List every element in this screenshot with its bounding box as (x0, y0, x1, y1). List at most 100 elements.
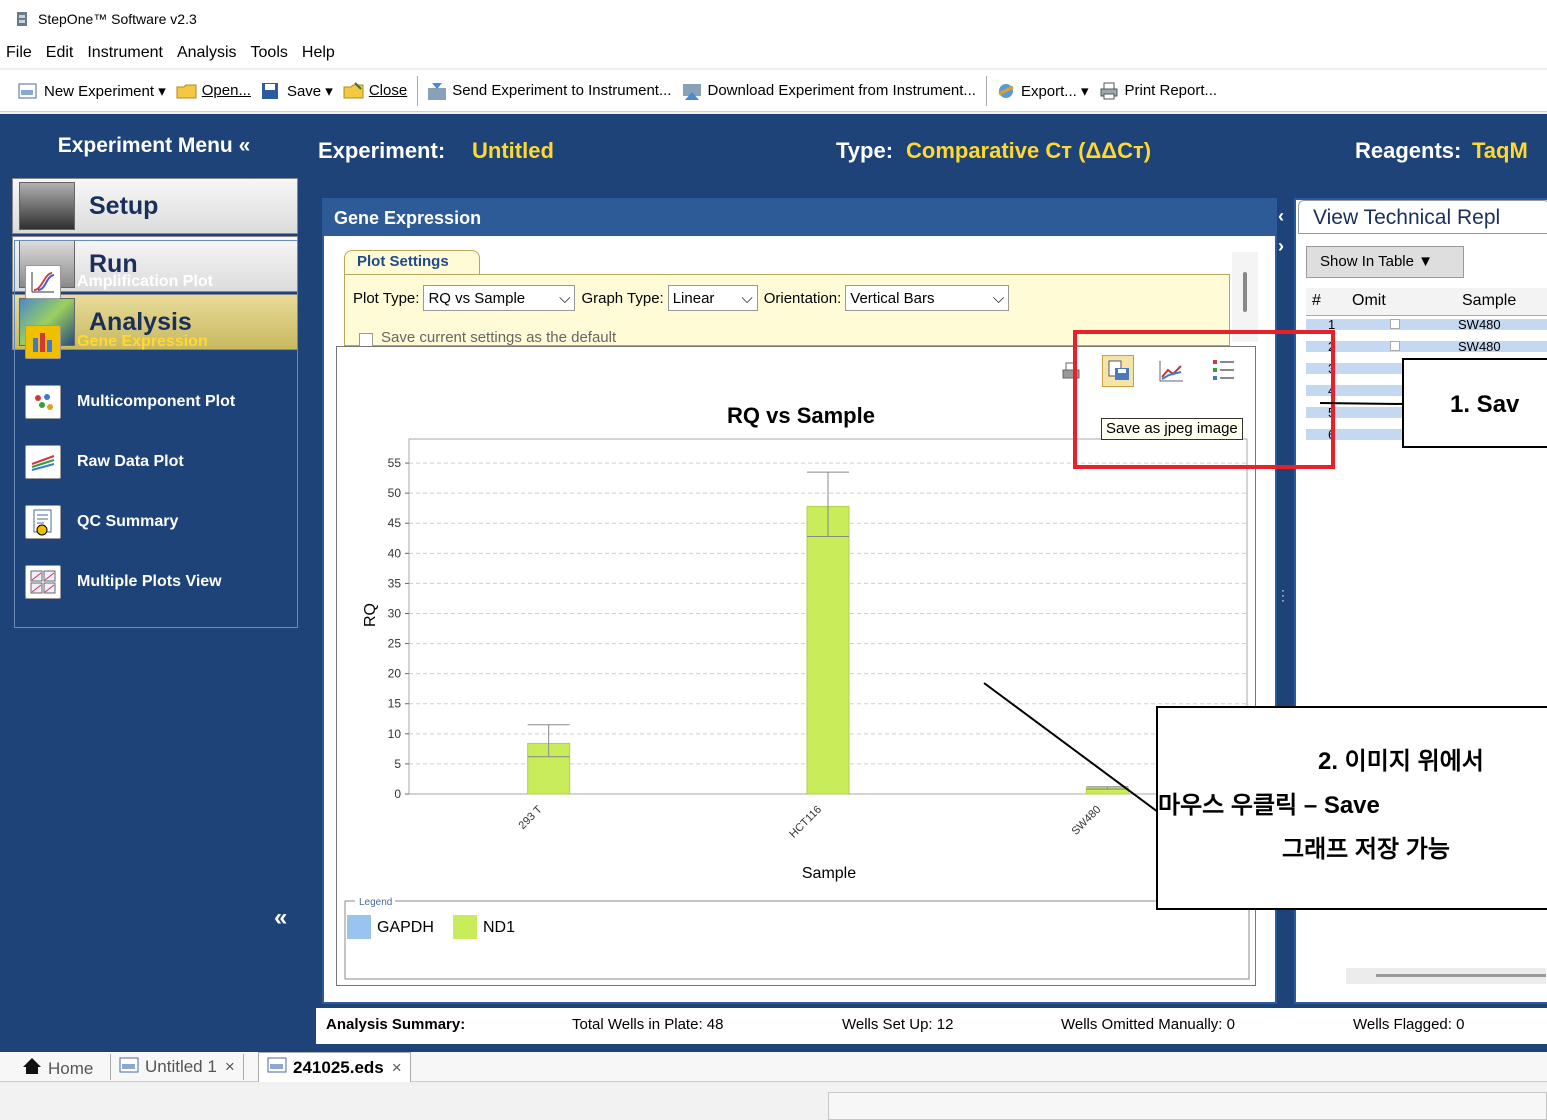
amplification-plot-icon (25, 265, 61, 299)
chart-y-label: RQ (362, 603, 379, 627)
graph-type-select[interactable]: Linear ⌵ (667, 285, 758, 311)
y-tick-label: 20 (388, 667, 402, 681)
type-label: Type: (836, 138, 894, 163)
plot-settings-row: Plot Type: RQ vs Sample ⌵ Graph Type: Lin… (353, 285, 1015, 311)
save-button[interactable]: Save ▾ (261, 82, 333, 100)
legend-title: Legend (359, 897, 392, 908)
chart-title: RQ vs Sample (727, 403, 875, 428)
experiment-file-icon (119, 1057, 139, 1078)
expand-right-arrow-icon[interactable]: › (1278, 236, 1284, 257)
y-tick-label: 40 (388, 546, 402, 560)
y-tick-label: 0 (394, 787, 401, 801)
export-globe-icon (995, 82, 1015, 100)
callout-step-1: 1. Sav (1402, 358, 1547, 448)
setup-icon (19, 182, 75, 230)
scrollbar-thumb[interactable] (1243, 272, 1247, 312)
close-folder-icon (343, 81, 364, 100)
analysis-submenu: Amplification Plot Gene Expression Multi… (14, 240, 298, 628)
sidebar-item-gene-expression[interactable]: Gene Expression (25, 325, 208, 359)
open-button[interactable]: Open... (176, 82, 251, 100)
plot-settings-tab[interactable]: Plot Settings (344, 250, 480, 276)
experiment-name: Untitled (472, 138, 554, 163)
close-tab-icon[interactable]: × (392, 1058, 402, 1078)
x-tick-label: 293 T (517, 803, 545, 831)
menu-analysis[interactable]: Analysis (177, 44, 237, 62)
tab-home[interactable]: Home (22, 1057, 93, 1080)
bar-nd1 (806, 505, 850, 795)
highlight-box (1073, 330, 1335, 469)
orientation-label: Orientation: (763, 289, 842, 307)
chart-x-label: Sample (802, 865, 856, 882)
table-row[interactable]: 2 SW480 (1306, 339, 1547, 354)
x-tick-label: HCT116 (787, 804, 824, 841)
new-experiment-button[interactable]: New Experiment ▾ (18, 82, 166, 100)
plot-type-select[interactable]: RQ vs Sample ⌵ (423, 285, 576, 311)
gene-expression-icon (25, 325, 61, 359)
menu-bar: File Edit Instrument Analysis Tools Help (0, 38, 1547, 68)
save-default-row: Save current settings as the default (359, 329, 616, 347)
qc-summary-icon (25, 505, 61, 539)
export-button[interactable]: Export... ▾ (995, 82, 1089, 100)
menu-instrument[interactable]: Instrument (87, 44, 163, 62)
folder-icon (176, 82, 197, 100)
menu-tools[interactable]: Tools (251, 44, 288, 62)
wells-set-up: Wells Set Up: 12 (842, 1016, 954, 1033)
raw-data-plot-icon (25, 445, 61, 479)
print-report-button[interactable]: Print Report... (1099, 82, 1217, 100)
app-icon (14, 11, 30, 27)
window-title: StepOne™ Software v2.3 (38, 11, 197, 27)
collapse-left-arrow-icon[interactable]: ‹ (1278, 206, 1284, 227)
menu-file[interactable]: File (6, 44, 32, 62)
y-tick-label: 25 (388, 637, 402, 651)
reagents-value: TaqM (1472, 138, 1528, 163)
legend-label-gapdh: GAPDH (377, 919, 434, 936)
view-technical-replicates-tab[interactable]: View Technical Repl (1298, 200, 1547, 234)
sidebar-item-multiple-plots-view[interactable]: Multiple Plots View (25, 565, 222, 599)
omit-checkbox[interactable] (1390, 341, 1400, 351)
experiment-file-icon (267, 1057, 287, 1078)
sidebar-item-raw-data-plot[interactable]: Raw Data Plot (25, 445, 184, 479)
show-in-table-button[interactable]: Show In Table ▼ (1306, 246, 1464, 278)
y-tick-label: 30 (388, 606, 402, 620)
menu-help[interactable]: Help (302, 44, 335, 62)
setup-button[interactable]: Setup (12, 178, 298, 234)
callout-step-2: 2. 이미지 위에서 마우스 우클릭 – Save 그래프 저장 가능 (1156, 706, 1547, 910)
replicates-scrollbar[interactable] (1346, 968, 1546, 984)
multicomponent-plot-icon (25, 385, 61, 419)
legend-label-nd1: ND1 (483, 919, 515, 936)
download-experiment-button[interactable]: Download Experiment from Instrument... (681, 82, 976, 100)
tab-241025-eds[interactable]: 241025.eds × (258, 1052, 411, 1082)
close-tab-icon[interactable]: × (225, 1057, 235, 1077)
reagents-label: Reagents: (1355, 138, 1462, 163)
scrollbar-thumb[interactable] (1376, 974, 1546, 977)
y-tick-label: 5 (394, 757, 401, 771)
x-tick-label: SW480 (1069, 804, 1103, 838)
wells-flagged: Wells Flagged: 0 (1353, 1016, 1465, 1033)
omit-checkbox[interactable] (1390, 319, 1400, 329)
collapse-sidebar-button[interactable]: « (274, 904, 287, 932)
y-tick-label: 55 (388, 456, 402, 470)
splitter-handle-icon[interactable]: · · · (1281, 584, 1285, 606)
sidebar-item-multicomponent-plot[interactable]: Multicomponent Plot (25, 385, 235, 419)
plot-type-label: Plot Type: (353, 289, 420, 307)
gene-expression-title: Gene Expression (324, 200, 1275, 236)
wells-omitted: Wells Omitted Manually: 0 (1061, 1016, 1235, 1033)
y-tick-label: 50 (388, 486, 402, 500)
tab-untitled-1[interactable]: Untitled 1 × (110, 1054, 244, 1080)
save-default-checkbox[interactable] (359, 333, 373, 347)
y-tick-label: 35 (388, 576, 402, 590)
send-experiment-button[interactable]: Send Experiment to Instrument... (426, 82, 671, 100)
total-wells: Total Wells in Plate: 48 (572, 1016, 724, 1033)
sidebar-item-amplification-plot[interactable]: Amplification Plot (25, 265, 213, 299)
table-row[interactable]: 1 SW480 (1306, 317, 1547, 332)
chevron-down-icon: ⌵ (741, 289, 753, 307)
menu-edit[interactable]: Edit (46, 44, 74, 62)
close-button[interactable]: Close (343, 81, 407, 100)
toolbar-separator (417, 75, 419, 106)
experiment-menu-title[interactable]: Experiment Menu « (0, 114, 308, 178)
plot-settings-scrollbar[interactable] (1232, 252, 1258, 342)
callout-step-2-line-1: 2. 이미지 위에서 (1318, 748, 1484, 775)
sidebar-item-qc-summary[interactable]: QC Summary (25, 505, 178, 539)
legend-box (344, 900, 1250, 980)
orientation-select[interactable]: Vertical Bars ⌵ (845, 285, 1010, 311)
